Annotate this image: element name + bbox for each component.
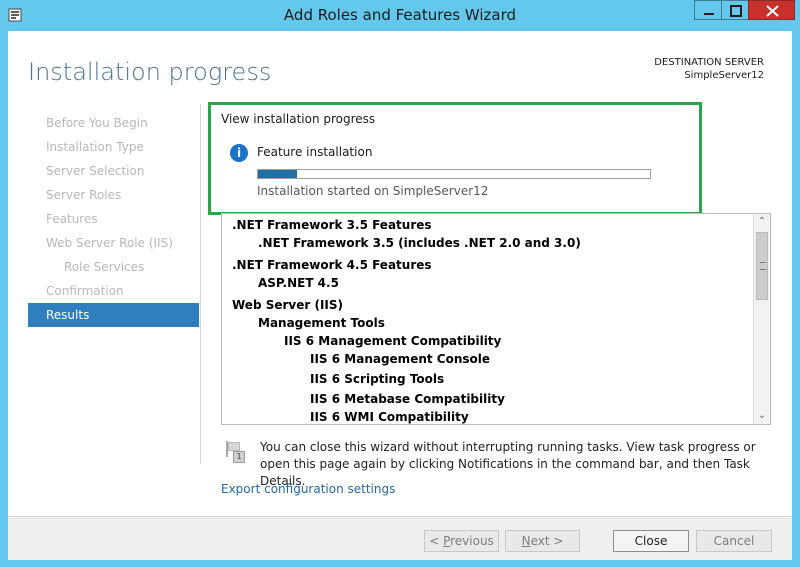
next-button-access-key: N xyxy=(521,534,531,548)
nav-item-before-you-begin: Before You Begin xyxy=(46,116,148,130)
notification-count-icon: 1 xyxy=(233,451,245,463)
wizard-navigation: Before You Begin Installation Type Serve… xyxy=(28,111,199,327)
nav-item-server-roles: Server Roles xyxy=(46,188,122,202)
destination-server-name: SimpleServer12 xyxy=(684,70,764,81)
feature-installation-title: Feature installation xyxy=(257,145,373,159)
list-item: Management Tools xyxy=(258,316,385,330)
list-item: .NET Framework 3.5 Features xyxy=(232,218,432,232)
wizard-window: Add Roles and Features Wizard Installati… xyxy=(0,0,800,567)
destination-server-label: DESTINATION SERVER xyxy=(654,57,764,68)
features-scrollbar[interactable]: ⌃ ⌄ xyxy=(753,214,770,424)
cancel-button-label: Cancel xyxy=(713,534,755,548)
list-item: .NET Framework 3.5 (includes .NET 2.0 an… xyxy=(258,236,581,250)
cancel-button[interactable]: Cancel xyxy=(696,530,772,552)
list-item: Web Server (IIS) xyxy=(232,298,344,312)
flag-icon xyxy=(228,442,240,451)
client-area: Installation progress DESTINATION SERVER… xyxy=(8,31,792,560)
previous-button[interactable]: < Previous xyxy=(424,530,499,552)
list-item: IIS 6 Management Console xyxy=(310,352,491,366)
close-button-label: Close xyxy=(634,534,668,548)
next-button[interactable]: Next > xyxy=(505,530,580,552)
maximize-icon xyxy=(730,5,742,17)
nav-item-installation-type: Installation Type xyxy=(46,140,144,154)
nav-item-server-selection: Server Selection xyxy=(46,164,145,178)
nav-item-results[interactable]: Results xyxy=(28,303,199,327)
scroll-down-arrow-icon[interactable]: ⌄ xyxy=(754,408,770,424)
installed-features-list[interactable]: .NET Framework 3.5 Features .NET Framewo… xyxy=(221,213,771,425)
scroll-grip-icon xyxy=(760,262,766,270)
title-bar[interactable]: Add Roles and Features Wizard xyxy=(0,0,800,31)
list-item: IIS 6 Metabase Compatibility xyxy=(310,392,505,406)
export-configuration-settings-link[interactable]: Export configuration settings xyxy=(221,482,395,496)
installation-status-text: Installation started on SimpleServer12 xyxy=(257,184,489,198)
list-item: IIS 6 WMI Compatibility xyxy=(310,410,469,424)
close-button[interactable]: Close xyxy=(613,530,689,552)
minimize-icon xyxy=(704,13,714,15)
wizard-footer: < Previous Next > Close Cancel xyxy=(8,516,792,560)
notification-flag-icon: 1 xyxy=(224,439,246,463)
next-button-label: ext > xyxy=(530,534,564,548)
info-icon: i xyxy=(230,144,248,162)
nav-item-role-services: Role Services xyxy=(64,260,145,274)
list-item: .NET Framework 4.5 Features xyxy=(232,258,432,272)
previous-button-label: revious xyxy=(450,534,494,548)
scroll-up-arrow-icon[interactable]: ⌃ xyxy=(754,214,770,230)
list-item: ASP.NET 4.5 xyxy=(258,276,339,290)
list-item: IIS 6 Management Compatibility xyxy=(284,334,502,348)
previous-button-prefix: < xyxy=(429,534,444,548)
installation-progress-bar xyxy=(257,169,651,179)
nav-item-web-server-role: Web Server Role (IIS) xyxy=(46,236,173,250)
installation-progress-fill xyxy=(258,170,298,178)
minimize-button[interactable] xyxy=(694,0,722,20)
close-icon xyxy=(766,5,779,17)
maximize-button[interactable] xyxy=(721,0,749,20)
nav-item-features: Features xyxy=(46,212,98,226)
list-item: IIS 6 Scripting Tools xyxy=(310,372,445,386)
scroll-thumb[interactable] xyxy=(756,232,768,300)
page-title: Installation progress xyxy=(28,58,272,86)
window-title: Add Roles and Features Wizard xyxy=(283,6,517,24)
nav-item-confirmation: Confirmation xyxy=(46,284,124,298)
view-installation-progress-label: View installation progress xyxy=(221,112,376,126)
close-window-button[interactable] xyxy=(748,0,795,20)
